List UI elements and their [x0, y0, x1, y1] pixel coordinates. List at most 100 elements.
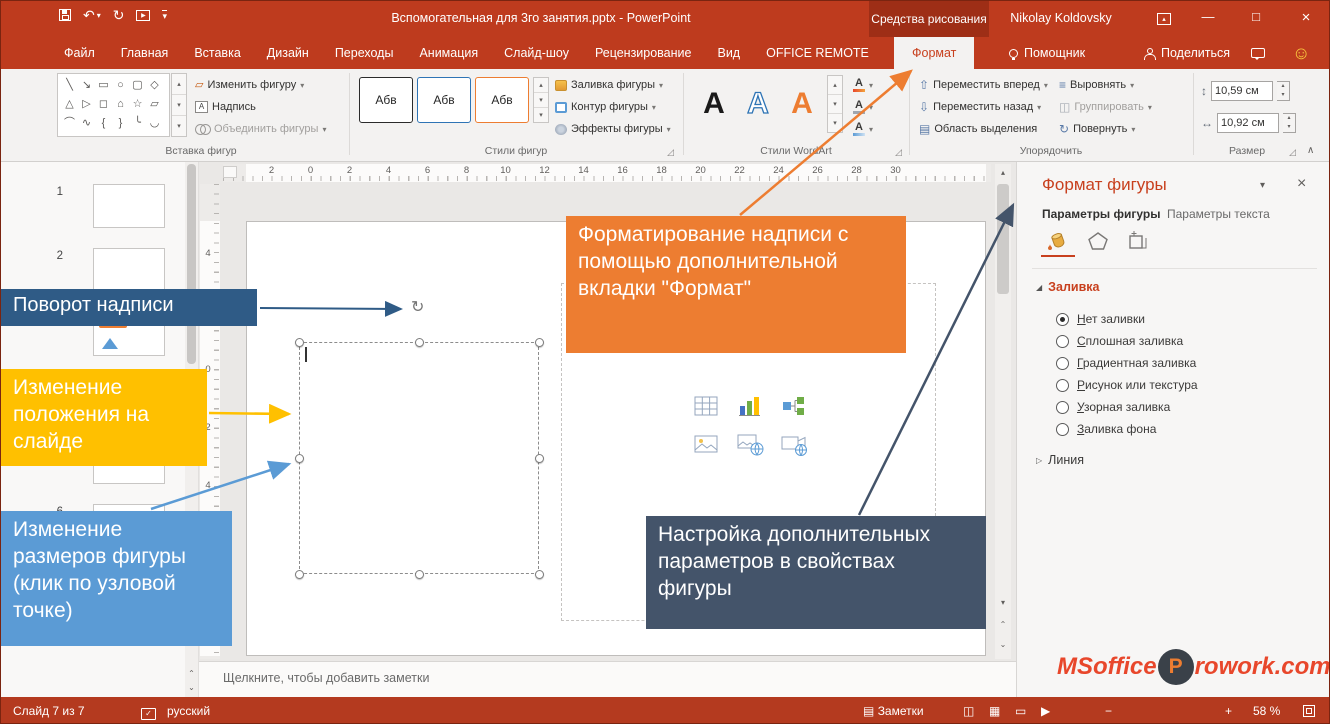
tab-transitions[interactable]: Переходы — [322, 37, 407, 69]
line-section-header[interactable]: ▷ Линия — [1036, 453, 1084, 467]
previous-slide-icon[interactable]: ⌃ — [995, 616, 1011, 634]
assistant-button[interactable]: Помощник — [1009, 37, 1085, 69]
next-slide-icon[interactable]: ⌄ — [995, 636, 1011, 654]
shape-gallery-item[interactable]: ╲ — [61, 76, 78, 95]
share-button[interactable]: Поделиться — [1144, 37, 1230, 69]
scroll-down-icon[interactable]: ▾ — [828, 94, 842, 113]
resize-handle-se[interactable] — [535, 570, 544, 579]
wordart-styles-scrollbar[interactable]: ▴ ▾ ▾ — [827, 75, 843, 133]
wordart-dialog-launcher-icon[interactable]: ◿ — [895, 147, 902, 158]
tab-office-remote[interactable]: OFFICE REMOTE — [753, 37, 882, 69]
tab-format[interactable]: Формат — [894, 37, 975, 69]
shape-gallery-item[interactable]: ◻ — [95, 95, 112, 114]
ribbon-display-options-button[interactable]: ▴ — [1149, 9, 1179, 25]
wordart-style-sample[interactable]: А — [693, 75, 735, 133]
shape-gallery-item[interactable]: { — [95, 114, 112, 133]
scroll-down-icon[interactable]: ⌄ — [185, 681, 198, 695]
resize-handle-n[interactable] — [415, 338, 424, 347]
signed-in-user[interactable]: Nikolay Koldovsky — [1001, 11, 1121, 25]
align-button[interactable]: ≡ Выровнять ▾ — [1059, 75, 1134, 95]
radio[interactable] — [1056, 422, 1069, 436]
text-outline-button[interactable]: А ▾ — [853, 97, 873, 117]
text-effects-button[interactable]: А ▾ — [853, 119, 873, 139]
shape-gallery-item[interactable]: } — [112, 114, 129, 133]
group-shapes-button[interactable]: ◫ Группировать ▾ — [1059, 97, 1152, 117]
shape-gallery-scrollbar[interactable]: ▴ ▾ ▾ — [171, 73, 187, 137]
shape-gallery-item[interactable]: ∿ — [78, 114, 95, 133]
customize-qat-button[interactable]: ▾ — [162, 10, 168, 21]
tab-shape-options[interactable]: Параметры фигуры — [1042, 207, 1160, 221]
shape-style-sample[interactable]: Абв — [417, 77, 471, 123]
scroll-up-icon[interactable]: ▴ — [172, 74, 186, 94]
shape-width-input[interactable] — [1217, 113, 1279, 133]
wordart-style-sample[interactable]: А — [737, 75, 779, 133]
zoom-level[interactable]: 58 % — [1253, 704, 1280, 718]
notes-pane[interactable]: Щелкните, чтобы добавить заметки — [199, 661, 1016, 697]
language-indicator[interactable]: русский — [167, 704, 210, 718]
effects-category-icon[interactable] — [1081, 225, 1115, 257]
insert-table-icon[interactable] — [691, 393, 721, 419]
merge-shapes-button[interactable]: Объединить фигуры ▾ — [195, 119, 326, 139]
insert-picture-icon[interactable] — [691, 431, 721, 457]
shape-gallery-item[interactable]: ☆ — [129, 95, 146, 114]
shape-styles-dialog-launcher-icon[interactable]: ◿ — [667, 147, 674, 158]
panel-close-icon[interactable]: × — [1297, 175, 1306, 193]
notes-toggle-button[interactable]: ▤ Заметки — [863, 704, 924, 718]
tab-review[interactable]: Рецензирование — [582, 37, 705, 69]
shape-styles-scrollbar[interactable]: ▴ ▾ ▾ — [533, 77, 549, 123]
resize-handle-w[interactable] — [295, 454, 304, 463]
shape-gallery-item[interactable]: ◇ — [146, 76, 163, 95]
shape-effects-button[interactable]: Эффекты фигуры ▾ — [555, 119, 671, 139]
radio[interactable] — [1056, 400, 1069, 414]
insert-online-picture-icon[interactable] — [735, 431, 765, 457]
tab-animations[interactable]: Анимация — [406, 37, 491, 69]
tab-insert[interactable]: Вставка — [181, 37, 253, 69]
slide-scrollbar[interactable]: ▴ ▾ ⌃ ⌄ — [995, 164, 1011, 659]
shape-gallery-item[interactable]: ╰ — [129, 114, 146, 133]
fill-option-gradient[interactable]: Градиентная заливка — [1056, 356, 1196, 370]
radio[interactable] — [1056, 378, 1069, 392]
gallery-more-icon[interactable]: ▾ — [828, 113, 842, 132]
slideshow-view-button[interactable]: ▶ — [1041, 704, 1050, 718]
send-backward-button[interactable]: ⇩ Переместить назад ▾ — [919, 97, 1041, 117]
thumbnail-image[interactable] — [93, 184, 165, 228]
wordart-style-sample[interactable]: А — [781, 75, 823, 133]
scroll-up-icon[interactable]: ⌃ — [185, 667, 198, 681]
minimize-button[interactable]: — — [1193, 9, 1223, 24]
scroll-up-icon[interactable]: ▴ — [828, 76, 842, 94]
feedback-smiley-button[interactable]: ☺ — [1292, 37, 1310, 69]
radio[interactable] — [1056, 356, 1069, 370]
tab-slideshow[interactable]: Слайд-шоу — [491, 37, 582, 69]
shape-gallery-item[interactable]: ▭ — [95, 76, 112, 95]
shape-gallery-item[interactable]: ⌒ — [61, 114, 78, 133]
panel-options-icon[interactable]: ▾ — [1260, 180, 1265, 191]
shape-height-input[interactable] — [1211, 81, 1273, 101]
rotation-handle[interactable]: ↻ — [411, 297, 424, 317]
gallery-more-icon[interactable]: ▾ — [534, 107, 548, 122]
shape-gallery-item[interactable]: ○ — [112, 76, 129, 95]
size-properties-category-icon[interactable] — [1121, 225, 1155, 257]
tab-text-options[interactable]: Параметры текста — [1167, 207, 1270, 221]
reading-view-button[interactable]: ▭ — [1015, 704, 1026, 718]
gallery-more-icon[interactable]: ▾ — [172, 115, 186, 136]
bring-forward-button[interactable]: ⇧ Переместить вперед ▾ — [919, 75, 1048, 95]
redo-button[interactable]: ↻ — [113, 8, 125, 22]
fill-option-pattern[interactable]: Узорная заливка — [1056, 400, 1170, 414]
radio[interactable] — [1056, 334, 1069, 348]
tab-file[interactable]: Файл — [51, 37, 108, 69]
width-stepper[interactable]: ▴ ▾ — [1283, 113, 1296, 133]
fill-option-solid[interactable]: Сплошная заливка — [1056, 334, 1183, 348]
resize-handle-s[interactable] — [415, 570, 424, 579]
selection-pane-button[interactable]: ▤ Область выделения — [919, 119, 1037, 139]
resize-handle-ne[interactable] — [535, 338, 544, 347]
selected-text-box[interactable] — [299, 342, 539, 574]
size-dialog-launcher-icon[interactable]: ◿ — [1289, 147, 1296, 158]
scroll-down-icon[interactable]: ▾ — [534, 92, 548, 107]
edit-shape-button[interactable]: ▱ Изменить фигуру ▾ — [195, 75, 304, 95]
shape-gallery-item[interactable]: ⌂ — [112, 95, 129, 114]
fill-option-no-fill[interactable]: Нет заливки — [1056, 312, 1145, 326]
maximize-button[interactable]: □ — [1241, 9, 1271, 24]
zoom-out-button[interactable]: − — [1105, 704, 1112, 718]
fill-section-header[interactable]: ◢ Заливка — [1036, 280, 1099, 294]
save-button[interactable] — [59, 9, 71, 21]
